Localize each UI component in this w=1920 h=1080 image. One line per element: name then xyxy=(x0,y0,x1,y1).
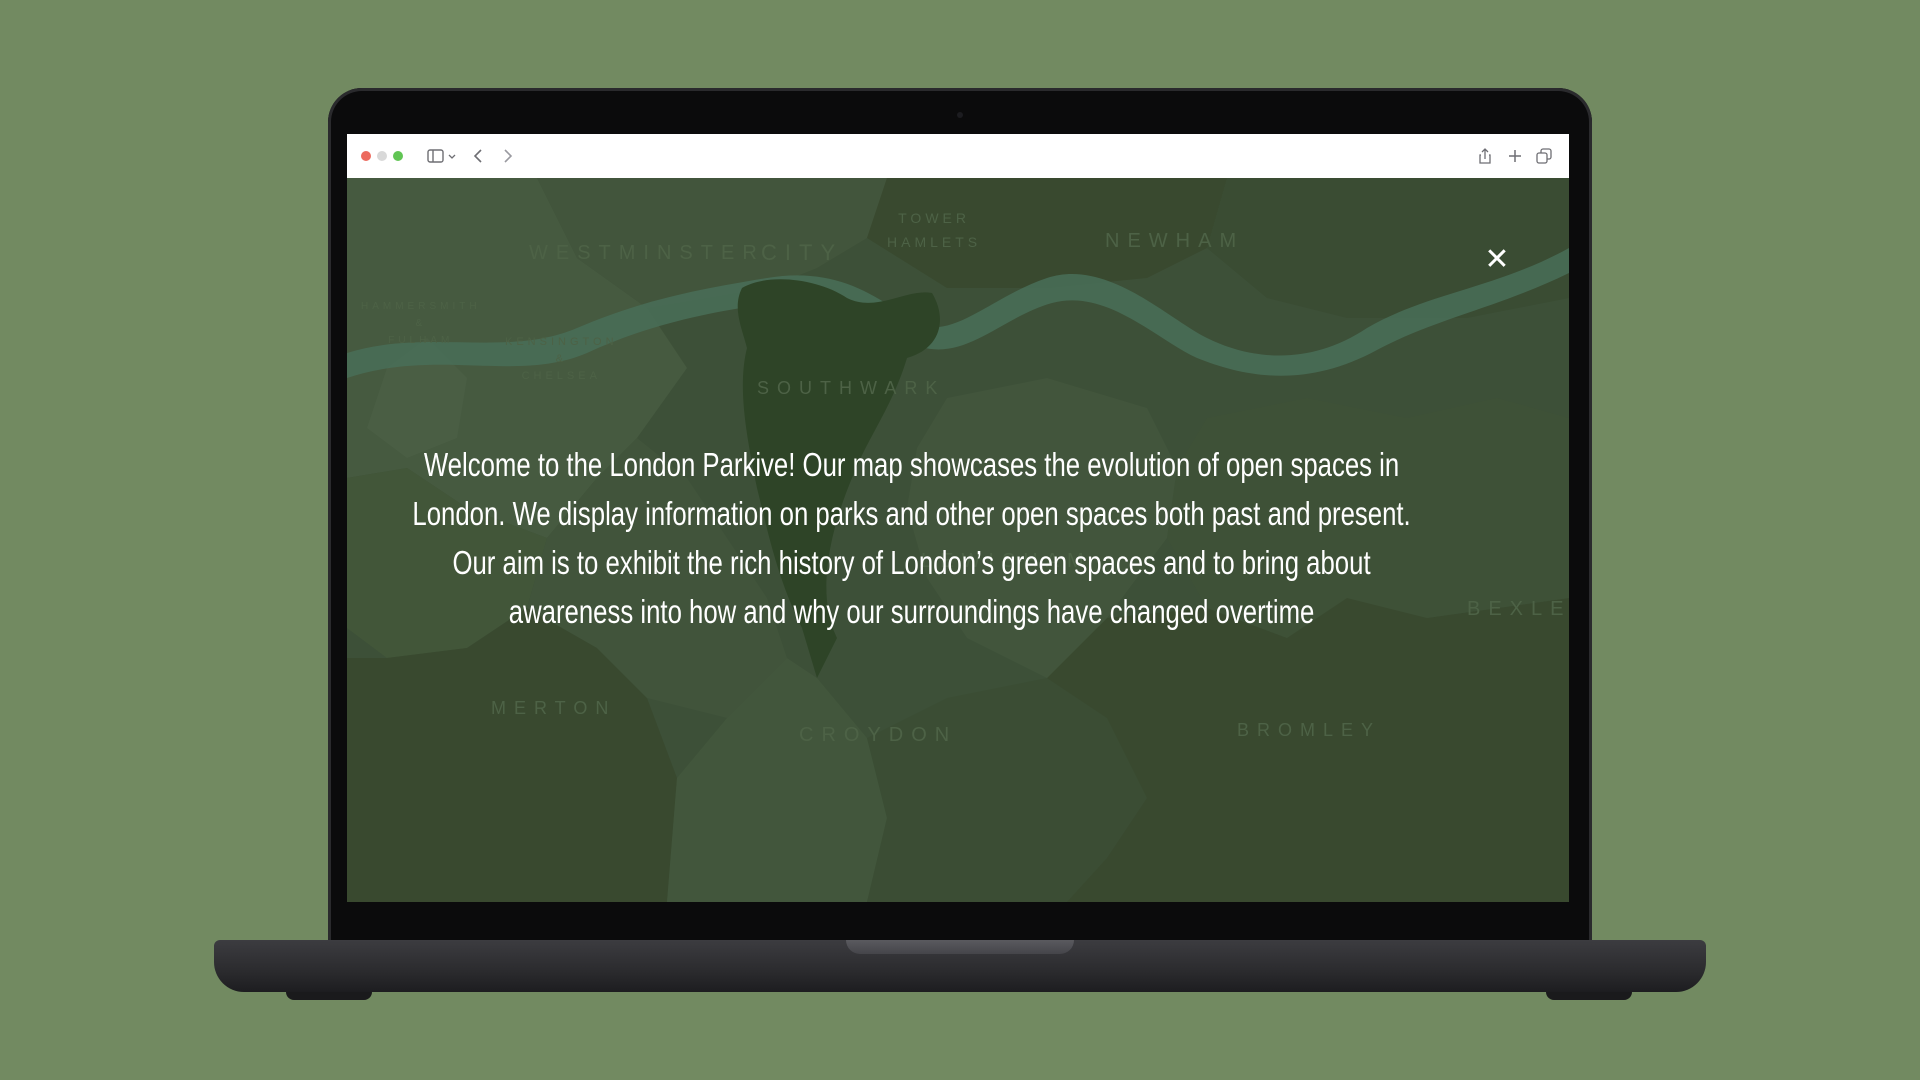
laptop-foot xyxy=(286,992,372,1000)
borough-label: SOUTHWARK xyxy=(757,378,946,398)
sidebar-icon[interactable] xyxy=(425,144,459,168)
chevron-right-icon[interactable] xyxy=(497,144,517,168)
borough-label: WESTMINSTER xyxy=(529,242,765,264)
borough-label: CITY xyxy=(761,240,844,265)
minimize-window-button[interactable] xyxy=(377,151,387,161)
chevron-left-icon[interactable] xyxy=(469,144,489,168)
web-page: WESTMINSTER CITY TOWER HAMLETS NEWHAM HA… xyxy=(347,178,1569,902)
borough-label: MERTON xyxy=(491,698,617,718)
laptop-screen: WESTMINSTER CITY TOWER HAMLETS NEWHAM HA… xyxy=(347,134,1569,902)
plus-icon[interactable] xyxy=(1505,144,1525,168)
borough-label: TOWER HAMLETS xyxy=(887,210,982,250)
laptop-foot xyxy=(1546,992,1632,1000)
borough-label: CROYDON xyxy=(799,724,958,746)
trackpad-notch xyxy=(846,940,1074,954)
zoom-window-button[interactable] xyxy=(393,151,403,161)
laptop-base xyxy=(214,940,1706,992)
tabs-overview-icon[interactable] xyxy=(1533,144,1555,168)
camera xyxy=(957,112,963,118)
close-icon[interactable]: ✕ xyxy=(1481,244,1513,276)
borough-label: BEXLEY xyxy=(1467,598,1569,620)
browser-toolbar xyxy=(347,134,1569,179)
share-icon[interactable] xyxy=(1475,144,1495,168)
desktop-background: WESTMINSTER CITY TOWER HAMLETS NEWHAM HA… xyxy=(0,0,1920,1080)
laptop-lid: WESTMINSTER CITY TOWER HAMLETS NEWHAM HA… xyxy=(328,88,1592,950)
borough-label: BROMLEY xyxy=(1237,720,1382,740)
borough-label: NEWHAM xyxy=(1105,230,1245,252)
borough-label: KENSINGTON & CHELSEA xyxy=(505,336,618,382)
intro-text: Welcome to the London Parkive! Our map s… xyxy=(412,446,1411,630)
borough-label: HAMMERSMITH & FULHAM xyxy=(361,301,481,346)
close-window-button[interactable] xyxy=(361,151,371,161)
